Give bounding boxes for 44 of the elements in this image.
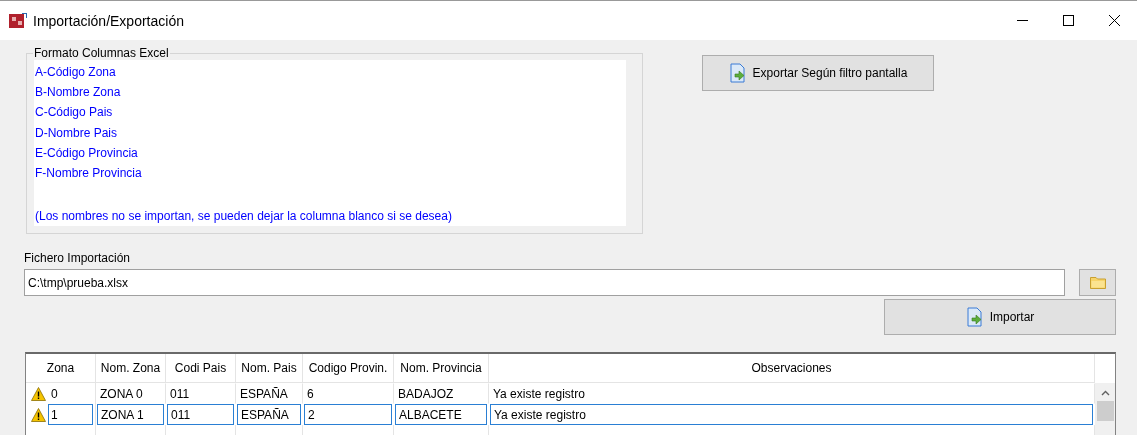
table-cell: 1 bbox=[48, 404, 93, 425]
scroll-thumb[interactable] bbox=[1096, 401, 1114, 421]
maximize-icon bbox=[1062, 15, 1074, 26]
format-line: C-Código Pais bbox=[35, 104, 114, 122]
scroll-up-icon bbox=[1100, 390, 1110, 396]
column-header: Zona bbox=[26, 354, 96, 383]
table-cell: ALBACETE bbox=[395, 404, 487, 425]
document-arrow-icon bbox=[728, 63, 747, 83]
table-cell: 011 bbox=[167, 404, 234, 425]
minimize-icon bbox=[1016, 20, 1028, 21]
folder-icon bbox=[1089, 276, 1106, 289]
table-cell: ZONA 0 bbox=[96, 383, 166, 404]
table-cell: 6 bbox=[303, 383, 394, 404]
column-header: Codi Pais bbox=[166, 354, 236, 383]
table-cell: ESPAÑA bbox=[236, 383, 303, 404]
column-header: Observaciones bbox=[489, 354, 1095, 383]
app-icon bbox=[9, 12, 27, 29]
file-path-field[interactable]: C:\tmp\prueba.xlsx bbox=[24, 269, 1065, 296]
import-button[interactable]: Importar bbox=[884, 299, 1116, 335]
format-line: D-Nombre Pais bbox=[35, 124, 119, 142]
table-cell: BADAJOZ bbox=[394, 383, 489, 404]
table-cell: Ya existe registro bbox=[490, 404, 1093, 425]
table-cell: ZONA 1 bbox=[97, 404, 164, 425]
column-header: Codigo Provin. bbox=[303, 354, 394, 383]
column-header: Nom. Pais bbox=[236, 354, 303, 383]
scrollbar[interactable] bbox=[1095, 383, 1115, 435]
format-line: B-Nombre Zona bbox=[35, 84, 122, 102]
column-header: Nom. Zona bbox=[96, 354, 166, 383]
format-line: F-Nombre Provincia bbox=[35, 164, 143, 182]
file-label: Fichero Importación bbox=[24, 251, 132, 265]
table-cell: 011 bbox=[166, 383, 236, 404]
browse-button[interactable] bbox=[1079, 269, 1116, 296]
group-title: Formato Columnas Excel bbox=[33, 46, 170, 60]
export-button[interactable]: Exportar Según filtro pantalla bbox=[702, 55, 934, 91]
column-header: Nom. Provincia bbox=[394, 354, 489, 383]
document-arrow-icon bbox=[965, 307, 984, 327]
format-note: (Los nombres no se importan, se pueden dejar la columna blanco si se desea) bbox=[35, 207, 453, 225]
window-title: Importación/Exportación bbox=[33, 12, 185, 29]
format-line: A-Código Zona bbox=[35, 64, 117, 81]
format-line: E-Código Provincia bbox=[35, 144, 139, 162]
close-icon bbox=[1108, 15, 1120, 26]
table-cell: ESPAÑA bbox=[237, 404, 301, 425]
table-cell-text: 0 bbox=[50, 385, 59, 403]
table-cell: 2 bbox=[304, 404, 392, 425]
